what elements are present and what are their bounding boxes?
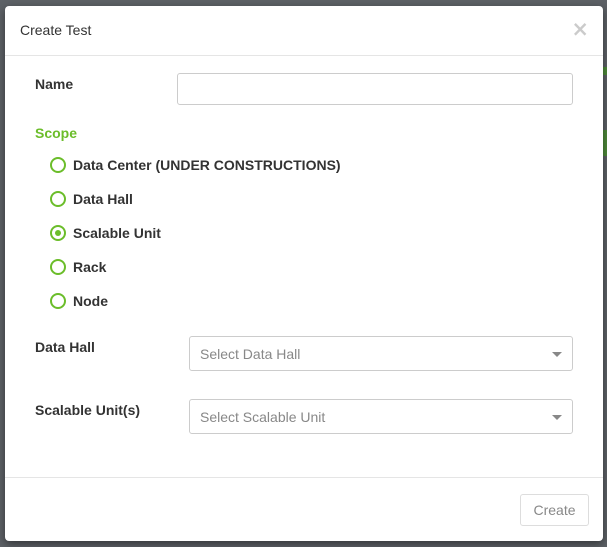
radio-unchecked-icon xyxy=(50,259,66,275)
radio-label: Scalable Unit xyxy=(73,225,161,241)
modal-footer: Create xyxy=(5,477,603,541)
scalable-unit-label: Scalable Unit(s) xyxy=(35,402,141,418)
scope-option-rack[interactable]: Rack xyxy=(50,257,106,277)
scalable-unit-placeholder: Select Scalable Unit xyxy=(200,409,326,425)
radio-unchecked-icon xyxy=(50,293,66,309)
radio-label: Rack xyxy=(73,259,107,275)
radio-label: Data Center (UNDER CONSTRUCTIONS) xyxy=(73,157,341,173)
caret-down-icon xyxy=(552,415,562,420)
data-hall-label: Data Hall xyxy=(35,339,95,355)
scope-heading: Scope xyxy=(35,125,78,141)
radio-label: Data Hall xyxy=(73,191,133,207)
close-button[interactable]: × xyxy=(571,19,589,40)
radio-label: Node xyxy=(73,293,108,309)
modal-header: Create Test × xyxy=(5,6,603,56)
data-hall-select[interactable]: Select Data Hall xyxy=(189,336,573,371)
radio-unchecked-icon xyxy=(50,191,66,207)
modal-body: Name Scope Data Center (UNDER CONSTRUCTI… xyxy=(5,56,603,476)
create-test-modal: Create Test × Name Scope Data Center (UN… xyxy=(5,6,603,541)
scope-option-data-center[interactable]: Data Center (UNDER CONSTRUCTIONS) xyxy=(50,155,341,175)
create-button[interactable]: Create xyxy=(520,494,589,526)
name-input[interactable] xyxy=(177,73,573,105)
close-icon: × xyxy=(571,17,589,41)
caret-down-icon xyxy=(552,352,562,357)
scalable-unit-select[interactable]: Select Scalable Unit xyxy=(189,399,573,434)
name-label: Name xyxy=(35,76,74,92)
scope-option-scalable-unit[interactable]: Scalable Unit xyxy=(50,223,161,243)
scope-option-node[interactable]: Node xyxy=(50,291,108,311)
radio-unchecked-icon xyxy=(50,157,66,173)
radio-checked-icon xyxy=(50,225,66,241)
modal-title: Create Test xyxy=(20,22,92,38)
scope-option-data-hall[interactable]: Data Hall xyxy=(50,189,133,209)
data-hall-placeholder: Select Data Hall xyxy=(200,346,301,362)
